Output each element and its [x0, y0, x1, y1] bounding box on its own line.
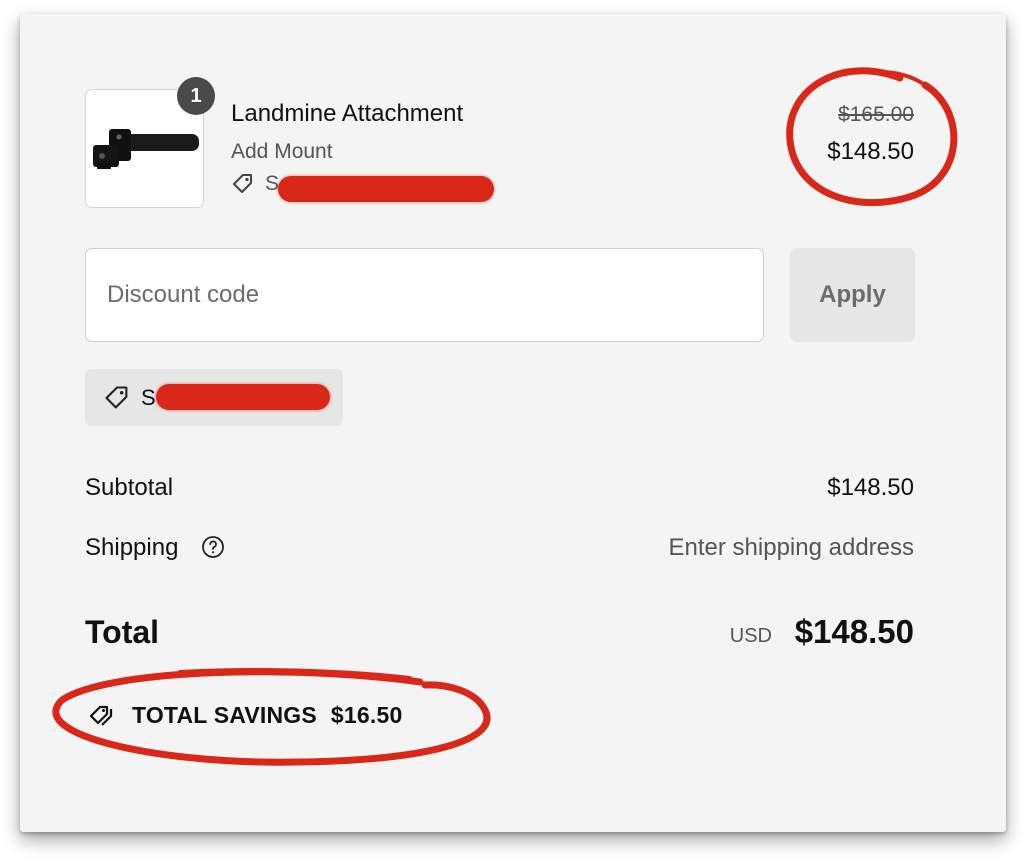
- subtotal-value: $148.50: [827, 474, 914, 501]
- help-circle-icon[interactable]: [201, 535, 225, 559]
- redaction-mark: [156, 384, 330, 410]
- total-label: Total: [85, 614, 160, 650]
- discount-code-input[interactable]: [85, 248, 764, 342]
- subtotal-label: Subtotal: [85, 474, 174, 501]
- original-price: $165.00: [838, 103, 914, 126]
- total-savings-value: $16.50: [330, 702, 403, 728]
- product-variant: Add Mount: [231, 140, 333, 163]
- total-savings: TOTAL SAVINGS $16.50: [88, 702, 402, 729]
- sale-price: $148.50: [827, 138, 914, 165]
- quantity-badge: 1: [177, 77, 215, 115]
- redaction-mark: [278, 176, 494, 202]
- shipping-value: Enter shipping address: [668, 534, 914, 561]
- tags-icon: [89, 705, 113, 726]
- applied-discount-code: S: [141, 384, 156, 410]
- total-savings-label: TOTAL SAVINGS: [132, 702, 317, 728]
- shipping-label: Shipping: [85, 534, 179, 561]
- total-amount: $148.50: [794, 613, 914, 650]
- product-discount-code: S: [265, 172, 280, 195]
- tag-icon: [105, 385, 128, 408]
- landmine-attachment-image: [92, 128, 199, 169]
- tag-icon: [233, 174, 252, 193]
- apply-button[interactable]: Apply: [790, 248, 915, 342]
- product-discount-line: S: [231, 172, 279, 196]
- currency-code: USD: [729, 625, 772, 647]
- product-name: Landmine Attachment: [231, 100, 464, 127]
